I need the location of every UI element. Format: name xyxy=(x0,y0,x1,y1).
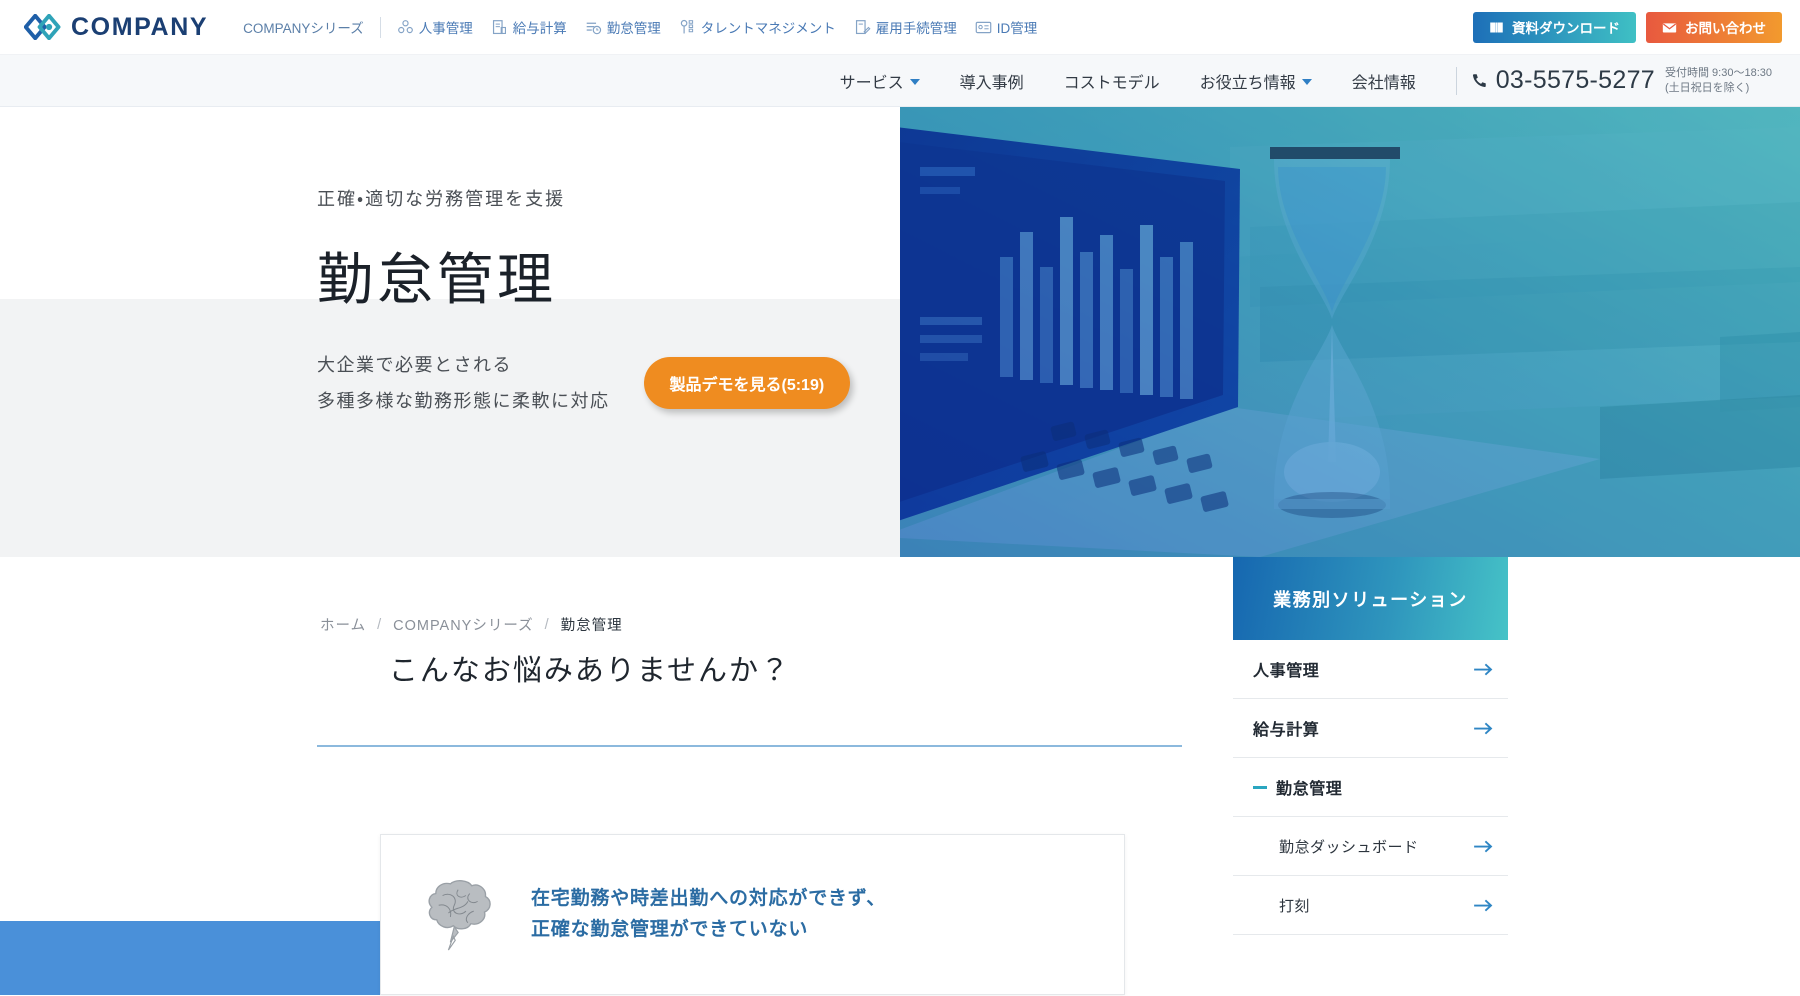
document-pen-icon xyxy=(855,19,871,34)
section-divider-rule xyxy=(317,745,1182,747)
id-card-icon xyxy=(975,21,992,33)
phone-contact-block: 03-5575-5277 受付時間 9:30〜18:30 (土日祝日を除く) xyxy=(1471,66,1778,96)
nav-item-company-info[interactable]: 会社情報 xyxy=(1332,69,1436,93)
top-nav-label: 人事管理 xyxy=(418,21,473,36)
phone-hours-line2: (土日祝日を除く) xyxy=(1665,81,1750,94)
clock-list-icon xyxy=(586,22,601,34)
breadcrumb-item-company-series[interactable]: COMPANYシリーズ xyxy=(393,614,534,635)
phone-hours-line1: 受付時間 9:30〜18:30 xyxy=(1665,66,1772,79)
main-content: こんなお悩みありませんか？ 在宅勤務や時差出勤への対応ができず、 正確な勤怠管理… xyxy=(0,557,1800,995)
sidebar-item-label: 給与計算 xyxy=(1253,722,1320,739)
phone-number-text: 03-5575-5277 xyxy=(1495,66,1655,94)
phone-number[interactable]: 03-5575-5277 xyxy=(1471,66,1655,95)
top-action-buttons: 資料ダウンロード お問い合わせ xyxy=(1473,11,1782,43)
nav-item-label: 導入事例 xyxy=(959,74,1024,92)
nav-item-case-studies[interactable]: 導入事例 xyxy=(940,69,1044,93)
nav-item-label: お役立ち情報 xyxy=(1199,74,1296,92)
top-nav-item-employment[interactable]: 雇用手続管理 xyxy=(845,17,966,37)
thought-cloud-icon xyxy=(428,879,491,950)
payroll-document-icon xyxy=(492,19,506,34)
breadcrumb: ホーム / COMPANYシリーズ / 勤怠管理 xyxy=(320,614,623,635)
top-nav-item-attendance[interactable]: 勤怠管理 xyxy=(576,17,670,37)
sidebar-header: 業務別ソリューション xyxy=(1233,557,1508,640)
top-utility-bar: COMPANY COMPANYシリーズ 人事管理 給与計算 勤怠管理 タレントマ… xyxy=(0,0,1800,55)
arrow-right-icon xyxy=(1474,722,1493,734)
hero-copy: 正確・適切な労務管理を支援 勤怠管理 大企業で必要とされる 多種多様な勤務形態に… xyxy=(317,185,851,419)
sidebar-item-payroll[interactable]: 給与計算 xyxy=(1233,699,1508,758)
download-button-label: 資料ダウンロード xyxy=(1512,21,1620,36)
nav-item-cost-model[interactable]: コストモデル xyxy=(1044,69,1180,93)
hourglass-laptop-photo xyxy=(900,107,1800,557)
company-logo[interactable]: COMPANY xyxy=(24,13,208,42)
top-nav-item-talent[interactable]: タレントマネジメント xyxy=(670,17,845,37)
primary-navigation: サービス 導入事例 コストモデル お役立ち情報 会社情報 03-5575-527… xyxy=(0,55,1800,107)
breadcrumb-separator: / xyxy=(377,616,383,633)
sidebar-subitem-timestamp[interactable]: 打刻 xyxy=(1233,876,1508,935)
minus-icon xyxy=(1253,785,1267,789)
book-icon xyxy=(1490,22,1503,32)
talent-person-icon xyxy=(680,19,693,33)
top-nav-item-company-series[interactable]: COMPANYシリーズ xyxy=(234,17,373,37)
arrow-right-icon xyxy=(1474,840,1493,852)
top-nav-item-id[interactable]: ID管理 xyxy=(966,17,1047,37)
hero-section: 正確・適切な労務管理を支援 勤怠管理 大企業で必要とされる 多種多様な勤務形態に… xyxy=(0,107,1800,634)
download-materials-button[interactable]: 資料ダウンロード xyxy=(1473,11,1636,43)
arrow-right-icon xyxy=(1474,899,1493,911)
worry-line2: 正確な勤怠管理ができていない xyxy=(531,918,809,940)
top-nav-label: 勤怠管理 xyxy=(606,21,661,36)
top-nav-label: ID管理 xyxy=(996,21,1038,36)
phone-hours: 受付時間 9:30〜18:30 (土日祝日を除く) xyxy=(1665,66,1772,96)
top-nav-label: 雇用手続管理 xyxy=(875,21,957,36)
phone-icon xyxy=(1472,74,1486,88)
top-nav-label: 給与計算 xyxy=(512,21,567,36)
nav-item-resources[interactable]: お役立ち情報 xyxy=(1180,69,1332,93)
top-nav-label: COMPANYシリーズ xyxy=(243,21,364,36)
hero-lead-line2: 多種多様な勤務形態に柔軟に対応 xyxy=(317,390,610,411)
nav-item-services[interactable]: サービス xyxy=(820,69,940,93)
hero-lead: 大企業で必要とされる 多種多様な勤務形態に柔軟に対応 xyxy=(317,347,610,419)
company-diamond-logo-icon xyxy=(24,14,61,40)
chevron-down-icon xyxy=(1301,79,1312,85)
nav-item-label: コストモデル xyxy=(1063,74,1160,92)
breadcrumb-item-current: 勤怠管理 xyxy=(560,618,623,634)
logo-wordmark: COMPANY xyxy=(71,12,209,41)
top-nav-label: タレントマネジメント xyxy=(700,21,836,36)
top-nav-item-hr[interactable]: 人事管理 xyxy=(388,17,482,37)
contact-button[interactable]: お問い合わせ xyxy=(1646,11,1782,43)
section-heading: こんなお悩みありませんか？ xyxy=(388,655,792,687)
solution-sidebar: 業務別ソリューション 人事管理 給与計算 勤怠管理 勤怠ダッシュボード 打刻 xyxy=(1233,557,1508,935)
people-icon xyxy=(397,19,413,33)
breadcrumb-item-home[interactable]: ホーム xyxy=(320,614,366,635)
top-nav-item-payroll[interactable]: 給与計算 xyxy=(482,17,576,37)
watch-demo-button[interactable]: 製品デモを見る(5:19) xyxy=(643,356,851,409)
contact-button-label: お問い合わせ xyxy=(1685,21,1766,36)
breadcrumb-separator: / xyxy=(544,616,550,633)
sidebar-subitem-label: 勤怠ダッシュボード xyxy=(1279,838,1419,856)
sidebar-item-hr[interactable]: 人事管理 xyxy=(1233,640,1508,699)
sidebar-item-label: 人事管理 xyxy=(1253,663,1320,680)
sidebar-subitem-attendance-dashboard[interactable]: 勤怠ダッシュボード xyxy=(1233,817,1508,876)
nav-divider xyxy=(1455,66,1457,95)
hero-lead-row: 大企業で必要とされる 多種多様な勤務形態に柔軟に対応 製品デモを見る(5:19) xyxy=(317,347,851,419)
product-nav: COMPANYシリーズ 人事管理 給与計算 勤怠管理 タレントマネジメント 雇用… xyxy=(234,16,1047,38)
sidebar-subitem-label: 打刻 xyxy=(1279,897,1311,915)
nav-item-label: サービス xyxy=(839,74,904,92)
worry-card-text: 在宅勤務や時差出勤への対応ができず、 正確な勤怠管理ができていない xyxy=(531,884,886,945)
worry-line1: 在宅勤務や時差出勤への対応ができず、 xyxy=(531,888,887,910)
hero-lead-line1: 大企業で必要とされる xyxy=(317,354,512,375)
sidebar-item-label: 勤怠管理 xyxy=(1276,781,1343,798)
nav-item-label: 会社情報 xyxy=(1351,74,1416,92)
chevron-down-icon xyxy=(909,79,920,85)
mail-icon xyxy=(1662,22,1677,32)
hero-image xyxy=(900,107,1800,557)
sidebar-item-attendance[interactable]: 勤怠管理 xyxy=(1233,758,1508,817)
arrow-right-icon xyxy=(1474,663,1493,675)
worry-card[interactable]: 在宅勤務や時差出勤への対応ができず、 正確な勤怠管理ができていない xyxy=(380,834,1125,995)
nav-separator xyxy=(379,16,381,38)
page-title: 勤怠管理 xyxy=(317,248,557,311)
hero-kicker: 正確・適切な労務管理を支援 xyxy=(317,189,566,209)
